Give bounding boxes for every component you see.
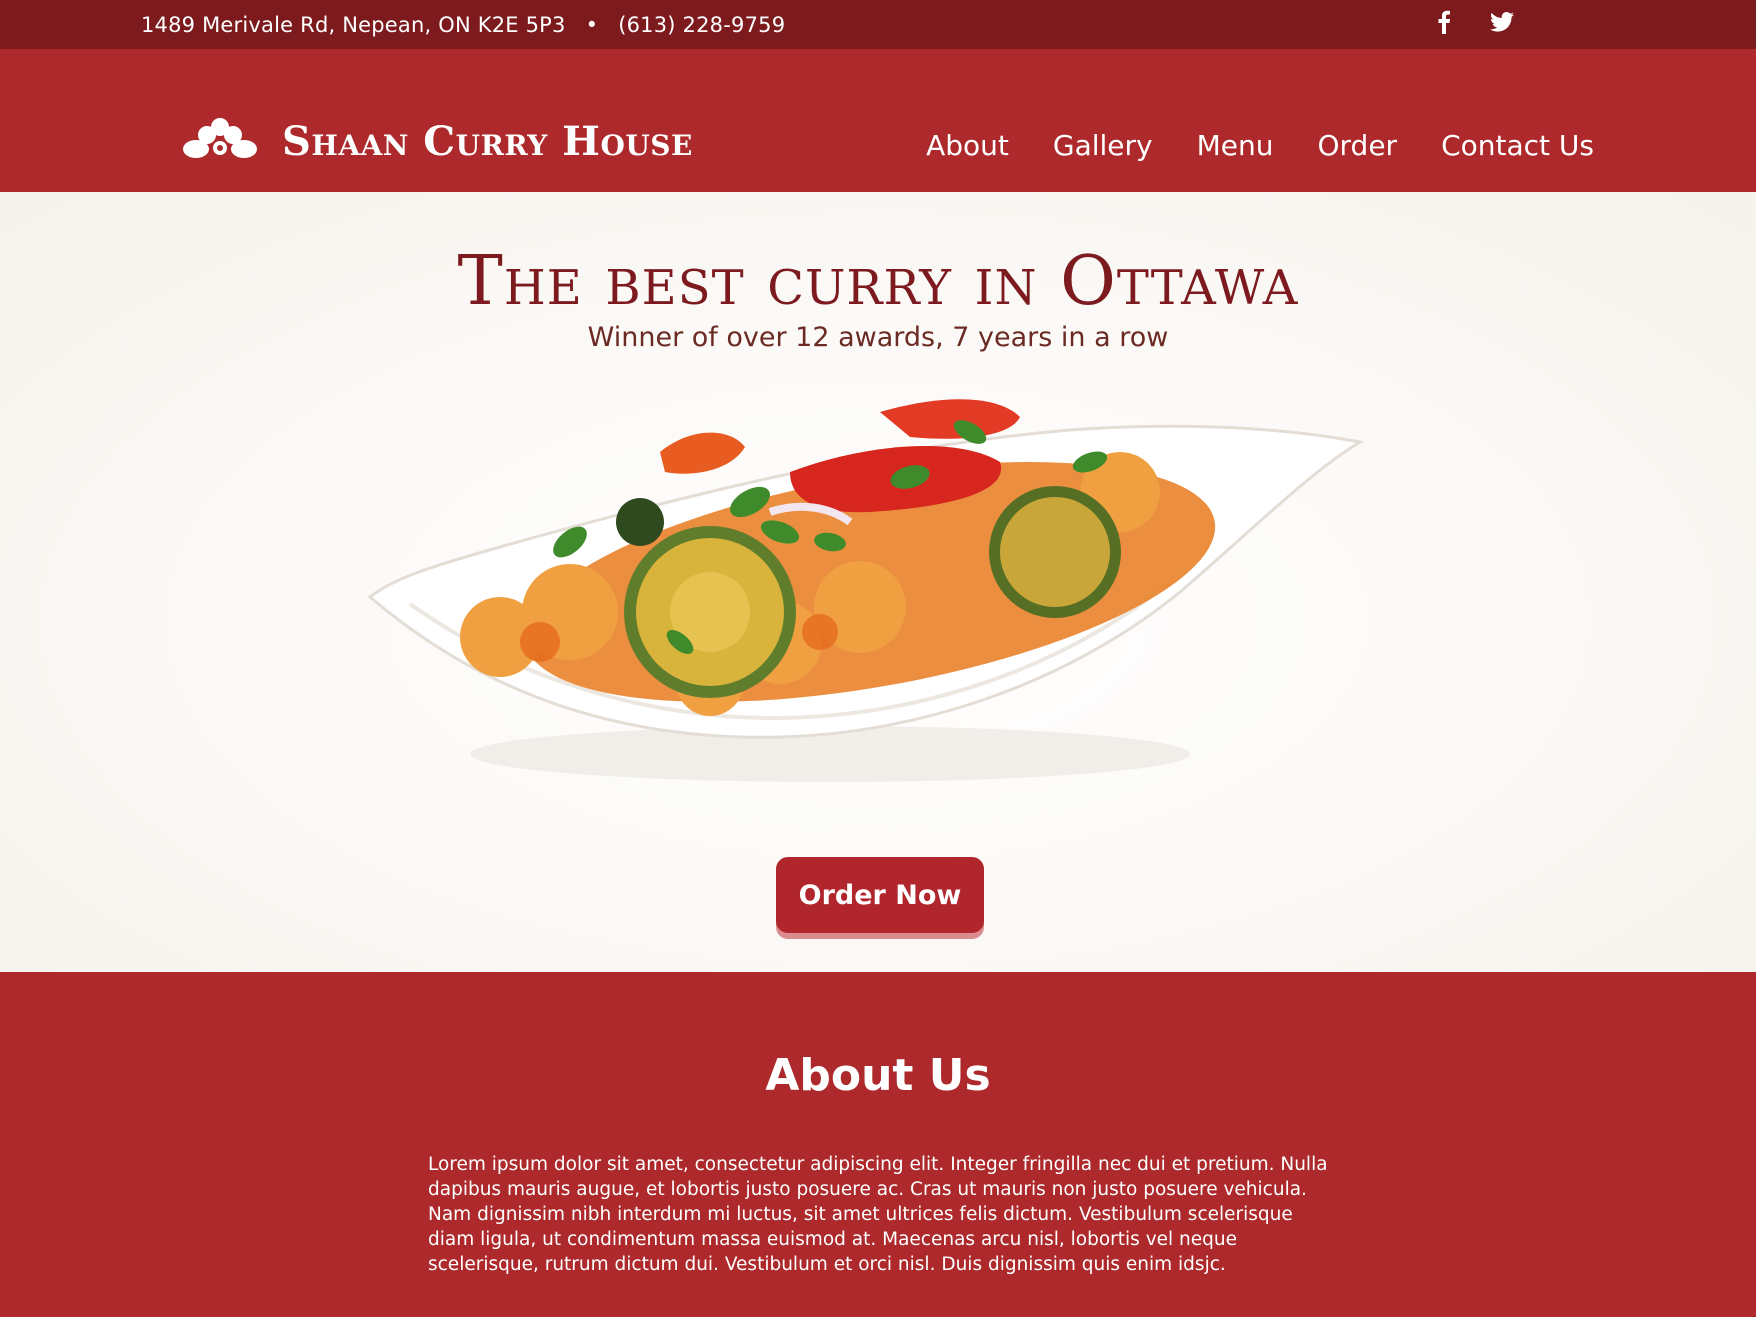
- nav-item-about[interactable]: About: [926, 129, 1009, 162]
- curry-dish-image: [367, 399, 1365, 782]
- facebook-icon[interactable]: [1432, 10, 1456, 34]
- separator-dot: •: [585, 13, 599, 37]
- social-links: [1432, 10, 1514, 34]
- about-body: Lorem ipsum dolor sit amet, consectetur …: [428, 1154, 1328, 1275]
- nav-item-contact-us[interactable]: Contact Us: [1441, 129, 1594, 162]
- nav-item-gallery[interactable]: Gallery: [1053, 129, 1153, 162]
- top-bar: 1489 Merivale Rd, Nepean, ON K2E 5P3 • (61…: [0, 0, 1756, 49]
- hero-title: The best curry in Ottawa: [457, 242, 1299, 321]
- main-nav: About Gallery Menu Order Contact Us: [926, 129, 1594, 162]
- contact-info: 1489 Merivale Rd, Nepean, ON K2E 5P3 • (61…: [141, 13, 785, 37]
- address-text: 1489 Merivale Rd, Nepean, ON K2E 5P3: [141, 13, 566, 37]
- nav-item-menu[interactable]: Menu: [1197, 129, 1274, 162]
- phone-number[interactable]: (613) 228-9759: [618, 13, 785, 37]
- hero-section: The best curry in Ottawa Winner of over …: [0, 192, 1756, 972]
- logo[interactable]: Shaan Curry House: [182, 115, 693, 167]
- twitter-icon[interactable]: [1490, 10, 1514, 34]
- about-section: About Us Lorem ipsum dolor sit amet, con…: [0, 972, 1756, 1317]
- order-now-button[interactable]: Order Now: [776, 857, 984, 933]
- site-header: Shaan Curry House About Gallery Menu Ord…: [0, 49, 1756, 192]
- hero-subtitle: Winner of over 12 awards, 7 years in a r…: [587, 322, 1169, 353]
- nav-item-order[interactable]: Order: [1318, 129, 1398, 162]
- lotus-icon: [182, 115, 258, 167]
- brand-name: Shaan Curry House: [282, 117, 693, 165]
- about-heading: About Us: [765, 1050, 991, 1101]
